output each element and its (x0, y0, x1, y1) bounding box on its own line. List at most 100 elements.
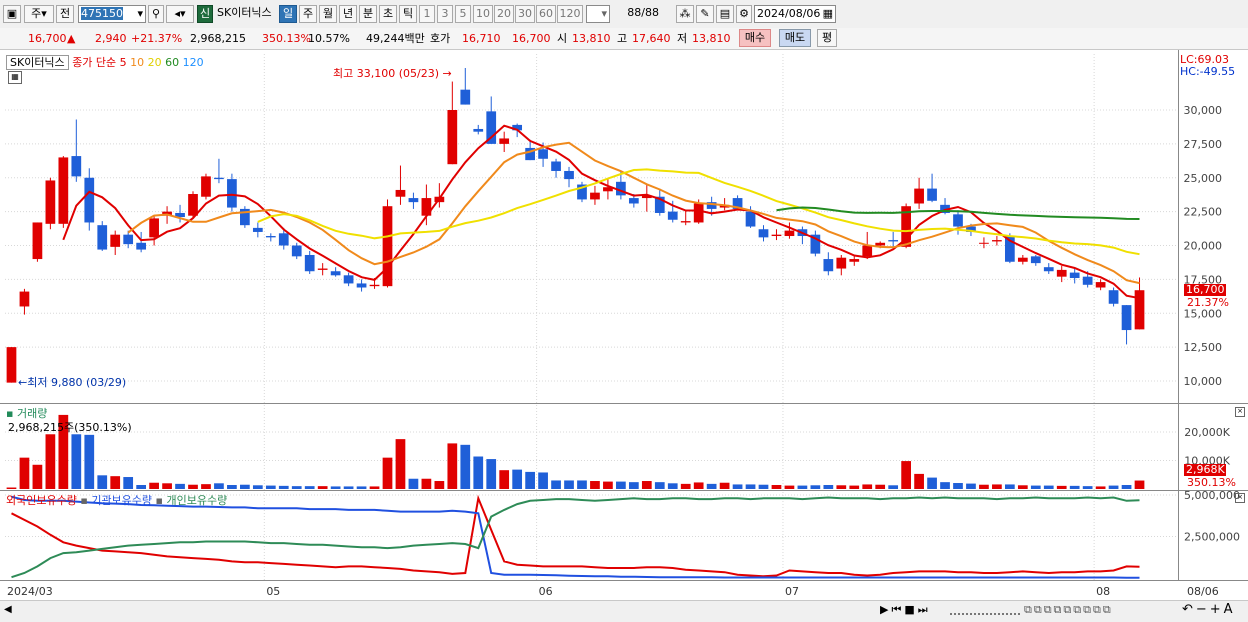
interval-select[interactable]: ▾ (586, 5, 610, 23)
last-price-tag: 16,700 (1184, 283, 1226, 296)
volume-bar (252, 485, 263, 489)
price-legend: SK이터닉스 종가 단순 5 10 20 60 120 (6, 54, 204, 70)
interval-3[interactable]: 3 (437, 5, 453, 23)
zoom-controls-icon[interactable]: ↶−+A (1182, 602, 1236, 617)
volume-bar (460, 444, 471, 489)
volume-bar (901, 461, 911, 489)
jeon-button[interactable]: 전 (56, 5, 74, 23)
price-tick-label: 10,000 (1184, 375, 1223, 388)
open-price: 13,810 (572, 32, 611, 45)
candle-body (849, 259, 860, 262)
tab-month[interactable]: 월 (319, 5, 337, 23)
low-price: 13,810 (692, 32, 731, 45)
gear-icon[interactable]: ⚙ (736, 5, 752, 23)
volume-bar (162, 483, 172, 489)
high-price: 17,640 (632, 32, 671, 45)
search-icon[interactable]: ⚲ (148, 5, 164, 23)
price-change-pct: +21.37% (131, 32, 183, 45)
amount: 49,244백만 (366, 32, 425, 45)
volume-bar (680, 483, 691, 489)
high-label: 고 (617, 32, 628, 45)
sell-button[interactable]: 매도 (779, 29, 811, 47)
tab-year[interactable]: 년 (339, 5, 357, 23)
candle-body (6, 347, 17, 383)
last-volume-tag: 2,968K (1184, 463, 1226, 476)
scroll-left-icon[interactable]: ◀ (4, 604, 12, 615)
candle-body (214, 177, 224, 180)
zoom-slider[interactable] (950, 607, 1020, 615)
save-icon[interactable]: ▤ (716, 5, 734, 23)
volume-bar (201, 484, 211, 489)
candle-body (745, 211, 756, 227)
candle-body (1108, 290, 1119, 304)
x-tick-label: 05 (266, 585, 280, 598)
draw-tool-icon[interactable]: ✎ (696, 5, 714, 23)
volume-bar (369, 486, 380, 489)
candle-body (551, 161, 561, 171)
speaker-icon[interactable]: ◂▾ (166, 5, 194, 23)
volume-bar (382, 457, 393, 489)
table-icon[interactable]: ▦ (8, 71, 22, 84)
period-select[interactable]: 주▾ (24, 5, 54, 23)
volume-bar (706, 483, 717, 489)
candle-body (123, 234, 134, 245)
close-icon[interactable]: × (1235, 407, 1245, 417)
interval-5[interactable]: 5 (455, 5, 471, 23)
interval-120[interactable]: 120 (557, 5, 583, 23)
interval-60[interactable]: 60 (536, 5, 556, 23)
volume-bar (823, 485, 834, 489)
interval-10[interactable]: 10 (473, 5, 493, 23)
candle-body (395, 189, 406, 197)
tab-day[interactable]: 일 (279, 5, 297, 23)
tab-second[interactable]: 초 (379, 5, 397, 23)
interval-20[interactable]: 20 (494, 5, 514, 23)
date-input[interactable]: 2024/08/06 ▦ (754, 5, 836, 23)
tool-icons[interactable]: ⧉⧉⧉⧉⧉⧉⧉⧉⧉ (1024, 603, 1113, 617)
candle-body (71, 156, 82, 177)
volume-bar (1017, 485, 1028, 489)
volume-bar (356, 486, 367, 489)
volume-bar (525, 471, 535, 489)
price-tick-label: 25,000 (1184, 172, 1223, 185)
tab-week[interactable]: 주 (299, 5, 317, 23)
volume-bar (408, 478, 419, 489)
chevron-down-icon[interactable]: ▾ (601, 6, 609, 22)
candle-body (875, 242, 886, 246)
grid-icon[interactable]: ⁂ (676, 5, 694, 23)
calendar-icon[interactable]: ▦ (823, 6, 835, 22)
volume-bar (434, 481, 445, 489)
candle-body (408, 198, 419, 203)
candle-body (149, 218, 159, 238)
candle-body (836, 257, 847, 269)
volume-bar (771, 485, 782, 489)
buy-button[interactable]: 매수 (739, 29, 771, 47)
close-icon[interactable]: × (1235, 493, 1245, 503)
tab-minute[interactable]: 분 (359, 5, 377, 23)
volume-bar (19, 457, 30, 489)
candle-body (19, 291, 30, 307)
volume-bar (227, 485, 237, 489)
x-tick-label-last: 08/06 (1187, 585, 1219, 598)
high-annotation-text: 최고 33,100 (05/23) (333, 67, 440, 80)
eval-button[interactable]: 평 (817, 29, 837, 47)
legend-ma-label: 종가 단순 (72, 56, 117, 69)
candle-body (758, 229, 769, 238)
interval-30[interactable]: 30 (515, 5, 535, 23)
candle-body (447, 110, 458, 165)
price-tick-label: 27,500 (1184, 138, 1223, 151)
holdings-legend-foreign: 외국인보유수량 (6, 494, 77, 507)
volume-bar (1069, 485, 1080, 489)
code-input[interactable]: 475150 ▾ (78, 5, 146, 23)
toolbar: ▣ 주▾ 전 475150 ▾ ⚲ ◂▾ 신 SK이터닉스 일 주 월 년 분 초… (0, 0, 1248, 29)
stock-chart[interactable]: 10,00012,50015,00017,50020,00022,50025,0… (0, 50, 1248, 600)
candle-body (927, 188, 937, 201)
playback-controls-icon[interactable]: ▶⏮■⏭ (880, 603, 931, 617)
interval-1[interactable]: 1 (419, 5, 435, 23)
window-menu-icon[interactable]: ▣ (3, 5, 21, 23)
volume-bar (447, 443, 458, 489)
volume-bar (1121, 485, 1132, 489)
current-price: 16,700 (28, 32, 67, 45)
volume-bar (317, 486, 328, 489)
chevron-down-icon[interactable]: ▾ (137, 6, 145, 22)
tab-tick[interactable]: 틱 (399, 5, 417, 23)
